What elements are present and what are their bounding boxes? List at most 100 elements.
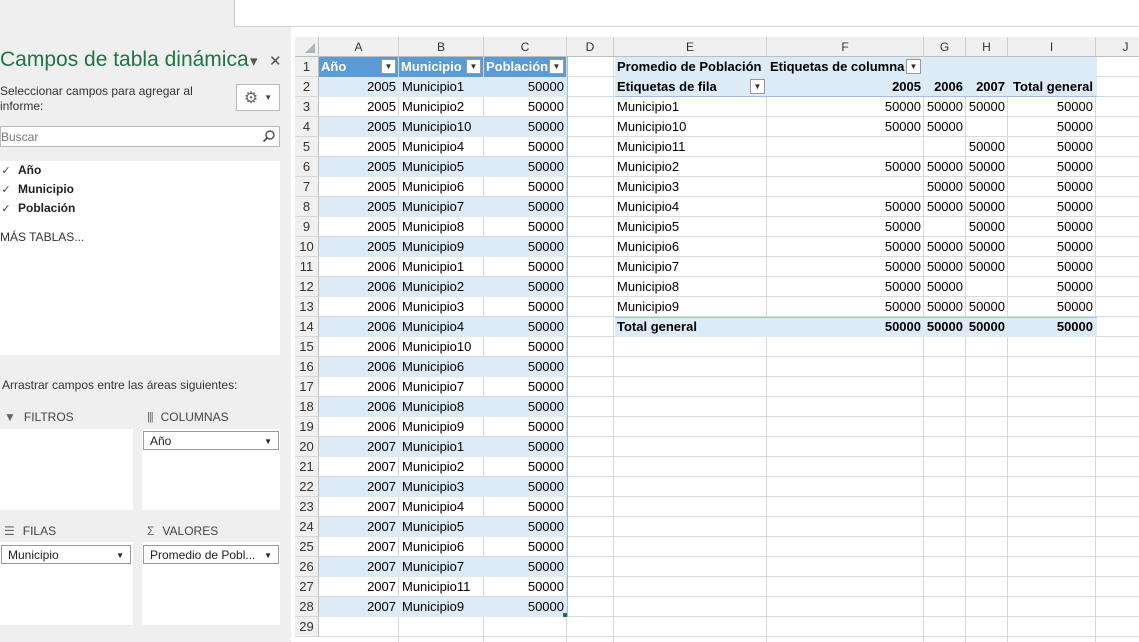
pivot-value-cell[interactable]: 50000 <box>924 197 966 217</box>
row-header[interactable]: 5 <box>295 137 319 157</box>
table-cell-municipio[interactable]: Municipio7 <box>399 557 484 577</box>
pivot-value-cell[interactable]: 50000 <box>767 217 924 237</box>
pivot-value-cell[interactable]: 50000 <box>924 117 966 137</box>
row-header[interactable]: 4 <box>295 117 319 137</box>
column-header-a[interactable]: A <box>319 37 399 57</box>
pivot-value-cell[interactable]: 50000 <box>966 237 1008 257</box>
table-cell-year[interactable]: 2007 <box>319 477 399 497</box>
table-cell-municipio[interactable]: Municipio3 <box>399 477 484 497</box>
table-cell-year[interactable]: 2005 <box>319 137 399 157</box>
fill-handle[interactable] <box>563 613 567 617</box>
column-header-i[interactable]: I <box>1008 37 1096 57</box>
table-cell-year[interactable]: 2005 <box>319 157 399 177</box>
pivot-value-cell[interactable]: 50000 <box>966 297 1008 317</box>
row-header[interactable]: 2 <box>295 77 319 97</box>
pivot-total-header[interactable]: Total general <box>1008 77 1096 97</box>
row-header[interactable]: 22 <box>295 477 319 497</box>
rows-area-item[interactable]: Municipio ▼ <box>1 545 131 564</box>
table-cell-poblacion[interactable]: 50000 <box>484 477 567 497</box>
table-cell-year[interactable]: 2005 <box>319 77 399 97</box>
row-header[interactable]: 27 <box>295 577 319 597</box>
table-cell-poblacion[interactable]: 50000 <box>484 337 567 357</box>
table-cell-municipio[interactable]: Municipio6 <box>399 537 484 557</box>
row-header[interactable]: 20 <box>295 437 319 457</box>
pivot-row-total[interactable]: 50000 <box>1008 97 1096 117</box>
pivot-value-cell[interactable]: 50000 <box>966 257 1008 277</box>
row-header[interactable]: 16 <box>295 357 319 377</box>
table-cell-municipio[interactable]: Municipio2 <box>399 97 484 117</box>
pivot-value-cell[interactable]: 50000 <box>767 277 924 297</box>
table-cell-poblacion[interactable]: 50000 <box>484 437 567 457</box>
pivot-row-label[interactable]: Municipio9 <box>614 297 767 317</box>
pivot-value-cell[interactable]: 50000 <box>767 97 924 117</box>
pivot-value-cell[interactable]: 50000 <box>966 137 1008 157</box>
table-cell-poblacion[interactable]: 50000 <box>484 217 567 237</box>
pivot-value-cell[interactable]: 50000 <box>767 157 924 177</box>
row-header[interactable]: 8 <box>295 197 319 217</box>
pivot-row-label[interactable]: Municipio4 <box>614 197 767 217</box>
pivot-value-cell[interactable]: 50000 <box>924 257 966 277</box>
pivot-row-label[interactable]: Municipio8 <box>614 277 767 297</box>
table-cell-municipio[interactable]: Municipio4 <box>399 497 484 517</box>
table-cell-municipio[interactable]: Municipio2 <box>399 277 484 297</box>
table-cell-municipio[interactable]: Municipio4 <box>399 137 484 157</box>
table-cell-municipio[interactable]: Municipio10 <box>399 117 484 137</box>
table-cell-poblacion[interactable]: 50000 <box>484 417 567 437</box>
pivot-row-total[interactable]: 50000 <box>1008 217 1096 237</box>
table-cell-poblacion[interactable]: 50000 <box>484 537 567 557</box>
table-cell-year[interactable]: 2006 <box>319 337 399 357</box>
pivot-row-total[interactable]: 50000 <box>1008 277 1096 297</box>
pivot-row-label[interactable]: Municipio7 <box>614 257 767 277</box>
pivot-row-total[interactable]: 50000 <box>1008 237 1096 257</box>
pivot-year-header[interactable]: 2007 <box>966 77 1008 97</box>
pivot-column-labels[interactable]: Etiquetas de columna <box>767 57 924 77</box>
table-cell-poblacion[interactable]: 50000 <box>484 397 567 417</box>
pivot-value-cell[interactable] <box>924 137 966 157</box>
pivot-grand-total-value[interactable]: 50000 <box>924 317 966 337</box>
pivot-year-header[interactable]: 2006 <box>924 77 966 97</box>
table-cell-year[interactable]: 2005 <box>319 197 399 217</box>
column-header-g[interactable]: G <box>924 37 966 57</box>
table-cell-year[interactable]: 2005 <box>319 177 399 197</box>
pivot-row-label[interactable]: Municipio3 <box>614 177 767 197</box>
pivot-row-label[interactable]: Municipio1 <box>614 97 767 117</box>
table-cell-poblacion[interactable]: 50000 <box>484 377 567 397</box>
table-cell-municipio[interactable]: Municipio9 <box>399 417 484 437</box>
column-header-f[interactable]: F <box>767 37 924 57</box>
table-cell-poblacion[interactable]: 50000 <box>484 197 567 217</box>
row-header[interactable]: 21 <box>295 457 319 477</box>
row-header[interactable]: 19 <box>295 417 319 437</box>
checkbox-icon[interactable]: ✓ <box>0 202 12 215</box>
row-header[interactable]: 17 <box>295 377 319 397</box>
pivot-value-cell[interactable]: 50000 <box>966 157 1008 177</box>
filter-dropdown-icon[interactable]: ▼ <box>381 59 396 74</box>
pivot-year-header[interactable]: 2005 <box>767 77 924 97</box>
pivot-value-cell[interactable] <box>966 277 1008 297</box>
select-all-button[interactable] <box>295 37 319 57</box>
table-cell-municipio[interactable]: Municipio3 <box>399 297 484 317</box>
table-cell-year[interactable]: 2007 <box>319 577 399 597</box>
pivot-row-labels[interactable]: Etiquetas de fila <box>614 77 767 97</box>
table-cell-year[interactable]: 2006 <box>319 297 399 317</box>
table-cell-year[interactable]: 2006 <box>319 397 399 417</box>
pivot-row-total[interactable]: 50000 <box>1008 157 1096 177</box>
pivot-row-filter-icon[interactable]: ▼ <box>750 79 765 94</box>
table-cell-poblacion[interactable]: 50000 <box>484 297 567 317</box>
table-cell-poblacion[interactable]: 50000 <box>484 457 567 477</box>
field-search-input[interactable]: Buscar <box>0 126 280 147</box>
table-cell-year[interactable]: 2007 <box>319 597 399 617</box>
table-cell-year[interactable]: 2006 <box>319 257 399 277</box>
row-header[interactable]: 14 <box>295 317 319 337</box>
formula-bar[interactable] <box>234 0 1139 27</box>
table-cell-poblacion[interactable]: 50000 <box>484 317 567 337</box>
row-header[interactable]: 3 <box>295 97 319 117</box>
table-cell-municipio[interactable]: Municipio8 <box>399 217 484 237</box>
checkbox-icon[interactable]: ✓ <box>0 164 12 177</box>
pivot-row-total[interactable]: 50000 <box>1008 137 1096 157</box>
table-cell-municipio[interactable]: Municipio1 <box>399 257 484 277</box>
table-cell-municipio[interactable]: Municipio6 <box>399 357 484 377</box>
pivot-value-cell[interactable] <box>767 137 924 157</box>
row-header[interactable]: 13 <box>295 297 319 317</box>
columns-area-item[interactable]: Año ▼ <box>143 431 279 450</box>
pivot-row-total[interactable]: 50000 <box>1008 297 1096 317</box>
